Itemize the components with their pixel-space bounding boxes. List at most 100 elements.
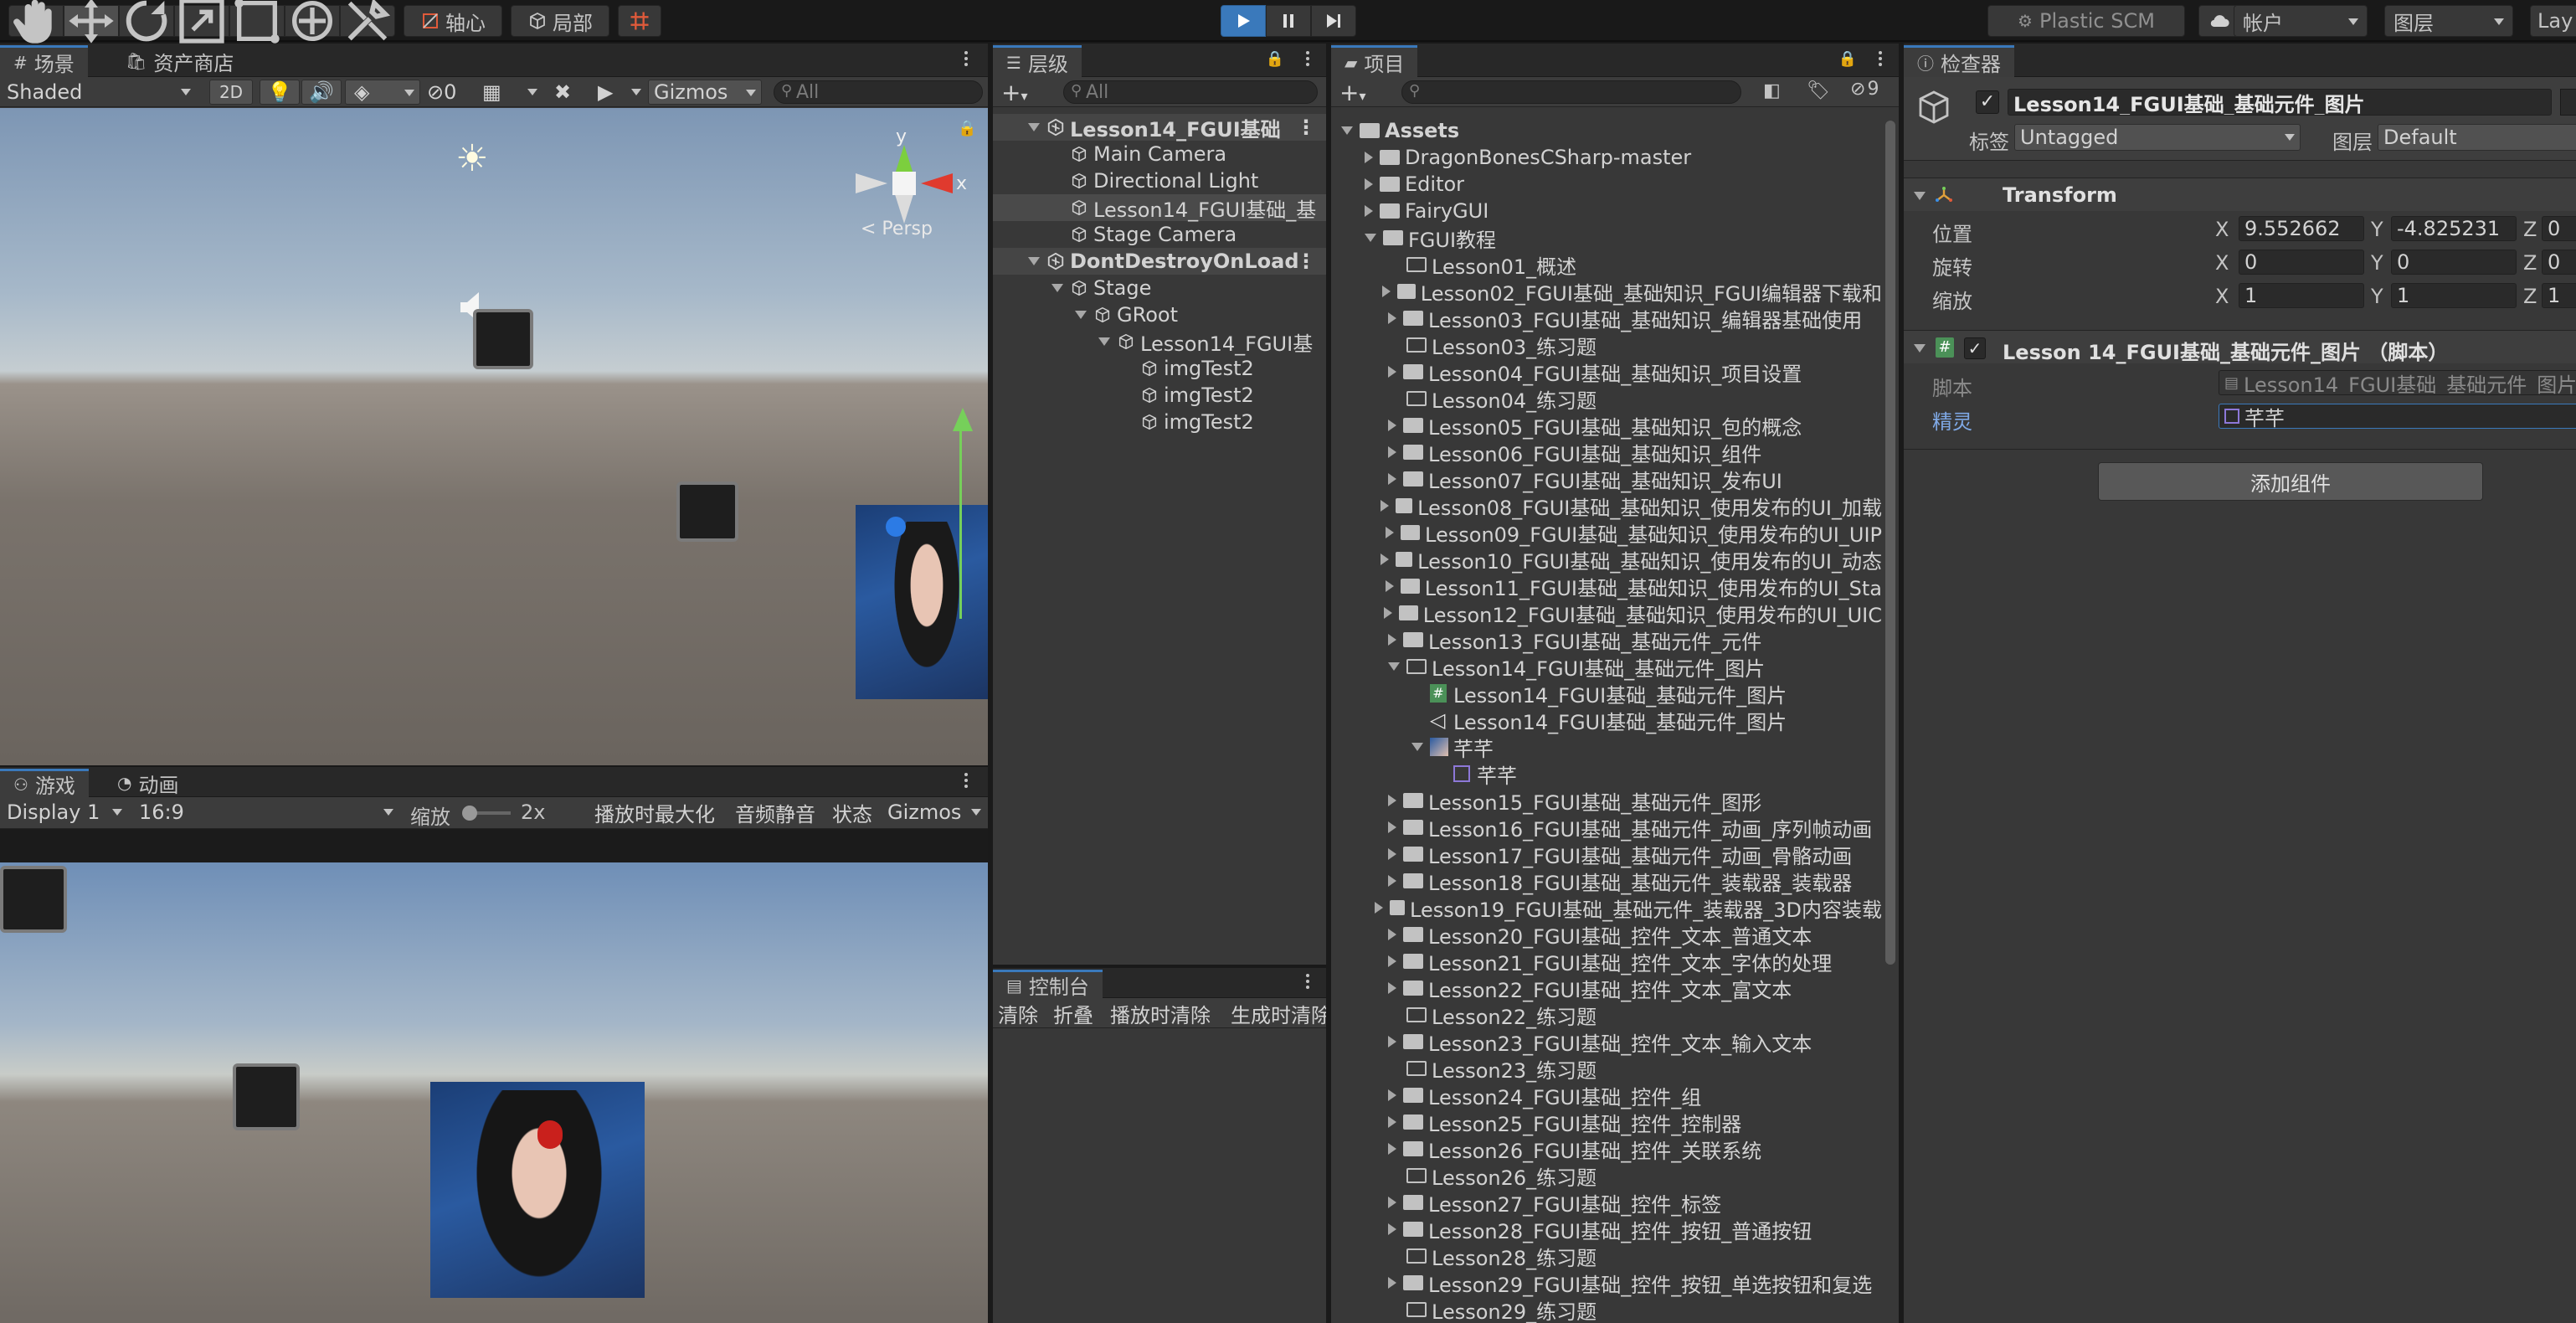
hierarchy-search-input[interactable]: ⚲ All	[1063, 80, 1318, 104]
clear-on-build-toggle[interactable]: 生成时清除	[1226, 1001, 1326, 1026]
more-options-icon[interactable]	[1879, 49, 1884, 69]
project-item[interactable]: Lesson03_练习题	[1331, 332, 1882, 359]
script-component-header[interactable]: # ✓ Lesson 14_FGUI基础_基础元件_图片 （脚本）	[1904, 330, 2576, 364]
collapse-arrow-icon[interactable]	[1388, 1277, 1396, 1289]
collapse-arrow-icon[interactable]	[1365, 205, 1373, 217]
rotation-x-field[interactable]: 0	[2239, 250, 2364, 275]
scene-image-placeholder-2[interactable]	[676, 481, 738, 542]
object-name-field[interactable]: Lesson14_FGUI基础_基础元件_图片	[2008, 89, 2552, 116]
collapse-arrow-icon[interactable]	[1388, 312, 1396, 324]
neg-x-axis-cone[interactable]	[856, 173, 887, 193]
project-item[interactable]: Lesson03_FGUI基础_基础知识_编辑器基础使用	[1331, 305, 1882, 332]
collapse-arrow-icon[interactable]	[1388, 875, 1396, 887]
rotate-tool-button[interactable]	[119, 0, 174, 42]
project-item[interactable]: ◁ Lesson14_FGUI基础_基础元件_图片	[1331, 707, 1882, 734]
rotation-z-field[interactable]: 0	[2542, 250, 2576, 275]
project-item[interactable]: Editor	[1331, 171, 1882, 198]
collapse-arrow-icon[interactable]	[1388, 1116, 1396, 1128]
script-enabled-checbox[interactable]: ✓	[1964, 337, 1986, 359]
display-dropdown[interactable]: Display 1	[2, 800, 127, 825]
project-item[interactable]: FairyGUI	[1331, 198, 1882, 224]
expand-arrow-icon[interactable]	[1028, 123, 1040, 131]
gizmos-dropdown[interactable]: Gizmos	[648, 80, 762, 105]
collapse-arrow-icon[interactable]	[1388, 848, 1396, 860]
move-gizmo-y-axis[interactable]	[959, 418, 962, 619]
expand-arrow-icon[interactable]	[1341, 126, 1353, 135]
expand-arrow-icon[interactable]	[1411, 743, 1423, 751]
game-gizmos-dropdown[interactable]: Gizmos	[882, 800, 986, 825]
project-item[interactable]: Lesson25_FGUI基础_控件_控制器	[1331, 1109, 1882, 1136]
tools-toggle[interactable]: ✖	[549, 80, 583, 105]
scene-menu-icon[interactable]: ⋮	[1296, 250, 1316, 273]
collapse-arrow-icon[interactable]	[1388, 634, 1396, 646]
collapse-arrow-icon[interactable]	[1388, 1089, 1396, 1101]
play-button[interactable]	[1221, 5, 1266, 37]
tab-animation[interactable]: ◔ 动画	[104, 769, 192, 797]
pivot-toggle[interactable]: 轴心	[404, 5, 502, 37]
collapse-arrow-icon[interactable]	[1388, 473, 1396, 485]
shading-mode-dropdown[interactable]: Shaded	[2, 80, 196, 105]
project-item[interactable]: Lesson23_练习题	[1331, 1055, 1882, 1083]
collapse-arrow-icon[interactable]	[1388, 1143, 1396, 1155]
hidden-packages-toggle[interactable]: ⊘ 9	[1850, 79, 1879, 100]
expand-arrow-icon[interactable]	[1028, 257, 1040, 265]
collapse-arrow-icon[interactable]	[1388, 929, 1396, 940]
project-item[interactable]: Lesson24_FGUI基础_控件_组	[1331, 1082, 1882, 1109]
hidden-objects-toggle[interactable]: ⊘ 0	[424, 80, 472, 105]
project-item[interactable]: Lesson11_FGUI基础_基础知识_使用发布的UI_Sta	[1331, 573, 1882, 600]
active-checkbox[interactable]: ✓	[1976, 90, 1999, 114]
transform-header[interactable]: Transform	[1904, 178, 2576, 211]
project-item[interactable]: Lesson20_FGUI基础_控件_文本_普通文本	[1331, 921, 1882, 949]
hierarchy-item[interactable]: Main Camera	[993, 141, 1326, 167]
collapse-arrow-icon[interactable]	[1380, 500, 1389, 512]
project-scrollbar[interactable]	[1885, 121, 1895, 965]
project-item[interactable]: Lesson12_FGUI基础_基础知识_使用发布的UI_UIC	[1331, 600, 1882, 627]
tab-project[interactable]: ▰ 项目	[1331, 45, 1418, 77]
collapse-arrow-icon[interactable]	[1388, 1036, 1396, 1048]
hierarchy-item[interactable]: Lesson14_FGUI基础 ⋮	[993, 114, 1326, 142]
mute-audio-toggle[interactable]: 音频静音	[730, 800, 822, 826]
project-item[interactable]: FGUI教程	[1331, 224, 1882, 252]
scene-photo-sprite[interactable]	[856, 505, 988, 699]
project-item[interactable]: Lesson23_FGUI基础_控件_文本_输入文本	[1331, 1028, 1882, 1056]
tab-console[interactable]: ▤ 控制台	[993, 970, 1103, 999]
project-item[interactable]: Lesson06_FGUI基础_基础知识_组件	[1331, 439, 1882, 466]
project-item[interactable]: Lesson26_FGUI基础_控件_关联系统	[1331, 1135, 1882, 1163]
add-component-button[interactable]: 添加组件	[2098, 462, 2483, 501]
project-item[interactable]: Lesson17_FGUI基础_基础元件_动画_骨骼动画	[1331, 841, 1882, 868]
grid-snap-button[interactable]	[618, 5, 661, 37]
expand-arrow-icon[interactable]	[1098, 337, 1110, 346]
scale-x-field[interactable]: 1	[2239, 283, 2364, 308]
collapse-arrow-icon[interactable]	[1385, 580, 1394, 592]
tab-asset-store[interactable]: 🛍 资产商店	[112, 45, 247, 77]
game-image-placeholder-1[interactable]	[0, 866, 67, 933]
clear-on-play-toggle[interactable]: 播放时清除	[1105, 1001, 1222, 1027]
filter-by-label-icon[interactable]: 🏷	[1807, 80, 1830, 101]
layer-dropdown[interactable]: Default	[2378, 124, 2576, 151]
move-gizmo-y-arrow[interactable]	[953, 408, 973, 431]
project-item[interactable]: Lesson04_FGUI基础_基础知识_项目设置	[1331, 358, 1882, 386]
project-item[interactable]: Lesson22_练习题	[1331, 1001, 1882, 1029]
lock-icon[interactable]: 🔒	[1266, 50, 1284, 68]
center-cube[interactable]	[892, 172, 916, 195]
more-options-icon[interactable]	[964, 770, 969, 790]
camera-dropdown[interactable]: ▶	[593, 80, 646, 105]
sprite-reference-field[interactable]: 芊芊	[2219, 404, 2576, 429]
scene-viewport[interactable]: ☀ y x 🔒 < Persp	[0, 108, 988, 765]
project-item[interactable]: Lesson26_练习题	[1331, 1162, 1882, 1190]
aspect-dropdown[interactable]: 16:9	[134, 800, 398, 825]
2d-toggle[interactable]: 2D	[209, 80, 253, 105]
collapse-arrow-icon[interactable]	[1388, 366, 1396, 378]
hierarchy-item[interactable]: Stage	[993, 275, 1326, 301]
layers-dropdown[interactable]: 图层	[2384, 5, 2513, 37]
project-item[interactable]: # Lesson14_FGUI基础_基础元件_图片	[1331, 680, 1882, 708]
tab-inspector[interactable]: ⓘ 检查器	[1904, 45, 2014, 77]
collapse-toggle[interactable]: 折叠	[1048, 1001, 1102, 1027]
project-item[interactable]: Lesson07_FGUI基础_基础知识_发布UI	[1331, 466, 1882, 493]
project-item[interactable]: 芊芊	[1331, 760, 1882, 788]
project-item[interactable]: Lesson19_FGUI基础_基础元件_装载器_3D内容装载	[1331, 894, 1882, 922]
local-toggle[interactable]: 局部	[511, 5, 609, 37]
collapse-arrow-icon[interactable]	[1374, 902, 1383, 914]
add-object-button[interactable]: +▾	[1001, 79, 1028, 106]
more-options-icon[interactable]	[1306, 49, 1311, 69]
